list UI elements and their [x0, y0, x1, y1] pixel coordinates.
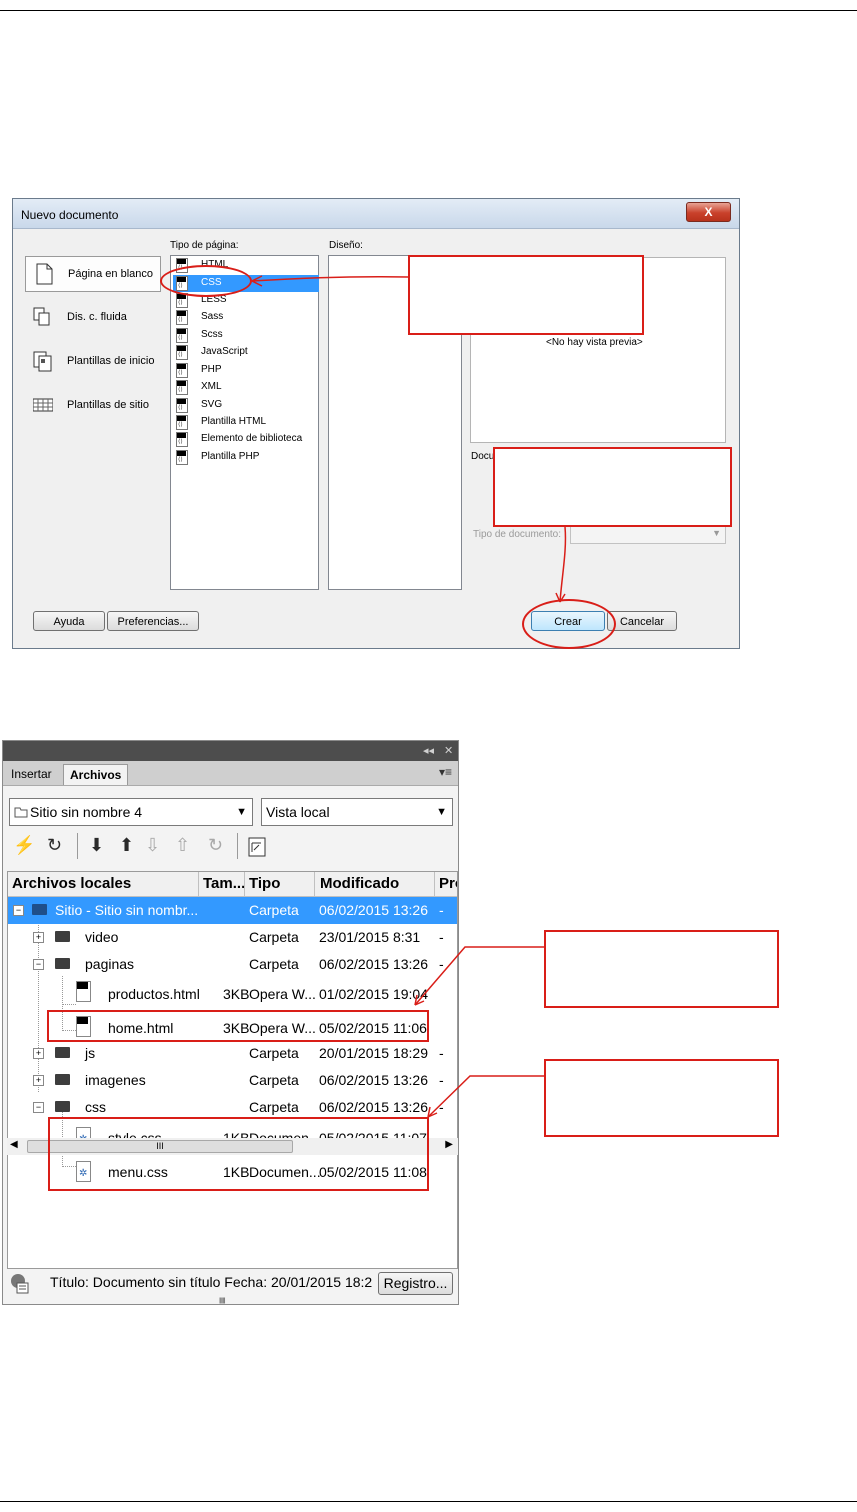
- folder-icon: [14, 807, 28, 818]
- status-bar: Título: Documento sin título Fecha: 20/0…: [3, 1269, 458, 1299]
- tab-archivos[interactable]: Archivos: [63, 764, 129, 785]
- get-files-icon[interactable]: ⬇: [89, 835, 104, 856]
- log-button[interactable]: Registro...: [378, 1272, 453, 1295]
- check-in-icon[interactable]: ⇧: [175, 835, 190, 856]
- column-size[interactable]: Tam...: [203, 875, 245, 892]
- disconnect-icon[interactable]: ⚡: [13, 835, 35, 856]
- column-modified[interactable]: Modificado: [320, 875, 399, 892]
- collapse-icon[interactable]: ◂◂: [423, 744, 434, 757]
- status-text: Título: Documento sin título Fecha: 20/0…: [50, 1274, 373, 1290]
- page-bottom-rule: [0, 1501, 857, 1502]
- column-type[interactable]: Tipo: [249, 875, 280, 892]
- annotation-arrows: [414, 946, 544, 1118]
- site-dropdown[interactable]: Sitio sin nombre 4 ▼: [9, 798, 253, 826]
- annotation-arrows: [251, 275, 567, 603]
- column-divider: [314, 872, 315, 896]
- column-divider: [434, 872, 435, 896]
- put-files-icon[interactable]: ⬆: [119, 835, 134, 856]
- column-extra[interactable]: Pro: [439, 875, 457, 892]
- chevron-down-icon: ▼: [436, 806, 447, 818]
- toolbar-separator: [237, 833, 238, 859]
- tab-insertar[interactable]: Insertar: [5, 764, 58, 785]
- panel-menu-icon[interactable]: ▾≡: [439, 765, 452, 779]
- panel-tabs: Insertar Archivos ▾≡: [3, 761, 458, 786]
- chevron-down-icon: ▼: [236, 806, 247, 818]
- column-divider: [198, 872, 199, 896]
- view-dropdown[interactable]: Vista local ▼: [261, 798, 453, 826]
- synchronize-icon[interactable]: ↻: [208, 835, 223, 856]
- panel-header: ◂◂ ✕: [3, 741, 458, 761]
- check-out-icon[interactable]: ⇩: [145, 835, 160, 856]
- log-icon: [11, 1274, 29, 1294]
- resize-grip-icon[interactable]: ||||||||||: [219, 1298, 226, 1304]
- close-icon[interactable]: ✕: [444, 744, 453, 757]
- column-local-files[interactable]: Archivos locales: [12, 875, 131, 892]
- file-list-header: Archivos locales Tam... Tipo Modificado …: [8, 872, 457, 897]
- toolbar-separator: [77, 833, 78, 859]
- refresh-icon[interactable]: ↻: [47, 835, 62, 856]
- expand-view-icon[interactable]: [248, 837, 266, 857]
- column-divider: [244, 872, 245, 896]
